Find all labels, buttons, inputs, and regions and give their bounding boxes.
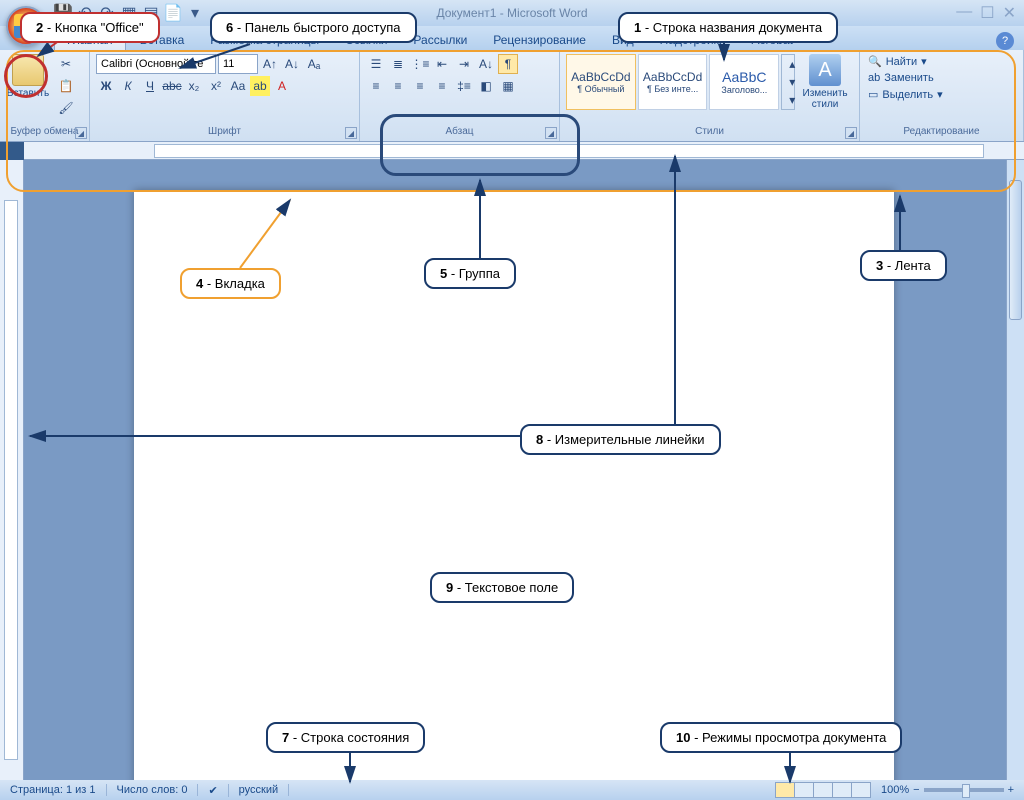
maximize-icon[interactable]: ☐ (980, 3, 994, 23)
callout-3: 3 - Лента (860, 250, 947, 281)
zoom-in-icon[interactable]: + (1008, 784, 1014, 796)
window-title: Документ1 - Microsoft Word (436, 6, 587, 20)
callout-1: 1 - Строка названия документа (618, 12, 838, 43)
change-styles-icon: A (809, 54, 841, 86)
zoom-control: 100% − + (871, 784, 1024, 796)
shrink-font-icon[interactable]: A↓ (282, 54, 302, 74)
vertical-scrollbar[interactable] (1006, 160, 1024, 780)
callout-4: 4 - Вкладка (180, 268, 281, 299)
select-icon: ▭ (868, 88, 878, 101)
find-icon: 🔍 (868, 55, 882, 68)
group-clipboard-label: Буфер обмена (6, 124, 83, 139)
align-center-icon[interactable]: ≡ (388, 76, 408, 96)
align-left-icon[interactable]: ≡ (366, 76, 386, 96)
view-web[interactable] (813, 782, 833, 798)
underline-button[interactable]: Ч (140, 76, 160, 96)
group-font-label: Шрифт (96, 124, 353, 139)
callout-8: 8 - Измерительные линейки (520, 424, 721, 455)
group-clipboard: Вставить ✂ 📋 🖌 Буфер обмена ◢ (0, 50, 90, 141)
view-buttons (776, 782, 871, 798)
qat-icon[interactable]: ▾ (186, 4, 204, 22)
callout-9: 9 - Текстовое поле (430, 572, 574, 603)
bullets-icon[interactable]: ☰ (366, 54, 386, 74)
bold-button[interactable]: Ж (96, 76, 116, 96)
group-font: A↑ A↓ Aₐ Ж К Ч abc x₂ x² Aa ab A Шрифт ◢ (90, 50, 360, 141)
clipboard-icon (12, 54, 44, 86)
view-fullscreen[interactable] (794, 782, 814, 798)
zoom-out-icon[interactable]: − (913, 784, 919, 796)
font-name-combo[interactable] (96, 54, 216, 74)
dialog-launcher-icon[interactable]: ◢ (75, 127, 87, 139)
callout-5: 5 - Группа (424, 258, 516, 289)
group-paragraph-label: Абзац (366, 124, 553, 139)
indent-dec-icon[interactable]: ⇤ (432, 54, 452, 74)
highlight-button[interactable]: ab (250, 76, 270, 96)
multilevel-icon[interactable]: ⋮≡ (410, 54, 430, 74)
dialog-launcher-icon[interactable]: ◢ (545, 127, 557, 139)
clear-format-icon[interactable]: Aₐ (304, 54, 324, 74)
grow-font-icon[interactable]: A↑ (260, 54, 280, 74)
subscript-button[interactable]: x₂ (184, 76, 204, 96)
group-editing-label: Редактирование (866, 124, 1017, 139)
scroll-thumb[interactable] (1009, 180, 1022, 320)
superscript-button[interactable]: x² (206, 76, 226, 96)
view-print-layout[interactable] (775, 782, 795, 798)
show-marks-icon[interactable]: ¶ (498, 54, 518, 74)
zoom-slider[interactable] (924, 788, 1004, 792)
group-styles: AaBbCcDd ¶ Обычный AaBbCcDd ¶ Без инте..… (560, 50, 860, 141)
group-editing: 🔍Найти ▾ abЗаменить ▭Выделить ▾ Редактир… (860, 50, 1024, 141)
callout-6: 6 - Панель быстрого доступа (210, 12, 417, 43)
format-painter-icon[interactable]: 🖌 (56, 98, 76, 118)
vertical-ruler[interactable] (0, 160, 24, 780)
style-heading[interactable]: AaBbC Заголово... (709, 54, 779, 110)
cut-icon[interactable]: ✂ (56, 54, 76, 74)
shading-icon[interactable]: ◧ (476, 76, 496, 96)
horizontal-ruler[interactable] (24, 142, 1024, 160)
copy-icon[interactable]: 📋 (56, 76, 76, 96)
justify-icon[interactable]: ≡ (432, 76, 452, 96)
align-right-icon[interactable]: ≡ (410, 76, 430, 96)
font-color-button[interactable]: A (272, 76, 292, 96)
replace-icon: ab (868, 72, 880, 84)
dialog-launcher-icon[interactable]: ◢ (345, 127, 357, 139)
status-bar: Страница: 1 из 1 Число слов: 0 ✔ русский… (0, 780, 1024, 800)
status-words[interactable]: Число слов: 0 (107, 784, 199, 796)
paste-button[interactable]: Вставить (6, 54, 50, 124)
window-controls: — ☐ ✕ (956, 3, 1016, 23)
indent-inc-icon[interactable]: ⇥ (454, 54, 474, 74)
replace-button[interactable]: abЗаменить (866, 71, 1017, 85)
borders-icon[interactable]: ▦ (498, 76, 518, 96)
minimize-icon[interactable]: — (956, 3, 972, 23)
callout-7: 7 - Строка состояния (266, 722, 425, 753)
tab-review[interactable]: Рецензирование (481, 29, 598, 50)
select-button[interactable]: ▭Выделить ▾ (866, 87, 1017, 102)
change-styles-button[interactable]: A Изменить стили (797, 54, 853, 110)
find-button[interactable]: 🔍Найти ▾ (866, 54, 1017, 69)
dialog-launcher-icon[interactable]: ◢ (845, 127, 857, 139)
group-styles-label: Стили (566, 124, 853, 139)
group-paragraph: ☰ ≣ ⋮≡ ⇤ ⇥ A↓ ¶ ≡ ≡ ≡ ≡ ‡≡ ◧ ▦ Абзац ◢ (360, 50, 560, 141)
ribbon: Вставить ✂ 📋 🖌 Буфер обмена ◢ A↑ A↓ Aₐ Ж… (0, 50, 1024, 142)
status-proof-icon[interactable]: ✔ (198, 784, 228, 797)
status-language[interactable]: русский (229, 784, 289, 796)
help-icon[interactable]: ? (996, 32, 1014, 50)
view-draft[interactable] (851, 782, 871, 798)
callout-2: 2 - Кнопка "Office" (20, 12, 160, 43)
change-case-button[interactable]: Aa (228, 76, 248, 96)
style-nospacing[interactable]: AaBbCcDd ¶ Без инте... (638, 54, 708, 110)
qat-icon[interactable]: 📄 (164, 4, 182, 22)
numbering-icon[interactable]: ≣ (388, 54, 408, 74)
italic-button[interactable]: К (118, 76, 138, 96)
line-spacing-icon[interactable]: ‡≡ (454, 76, 474, 96)
style-normal[interactable]: AaBbCcDd ¶ Обычный (566, 54, 636, 110)
font-size-combo[interactable] (218, 54, 258, 74)
status-page[interactable]: Страница: 1 из 1 (0, 784, 107, 796)
sort-icon[interactable]: A↓ (476, 54, 496, 74)
view-outline[interactable] (832, 782, 852, 798)
zoom-level[interactable]: 100% (881, 784, 909, 796)
paste-label: Вставить (7, 88, 49, 99)
strike-button[interactable]: abc (162, 76, 182, 96)
callout-10: 10 - Режимы просмотра документа (660, 722, 902, 753)
close-icon[interactable]: ✕ (1003, 3, 1016, 23)
